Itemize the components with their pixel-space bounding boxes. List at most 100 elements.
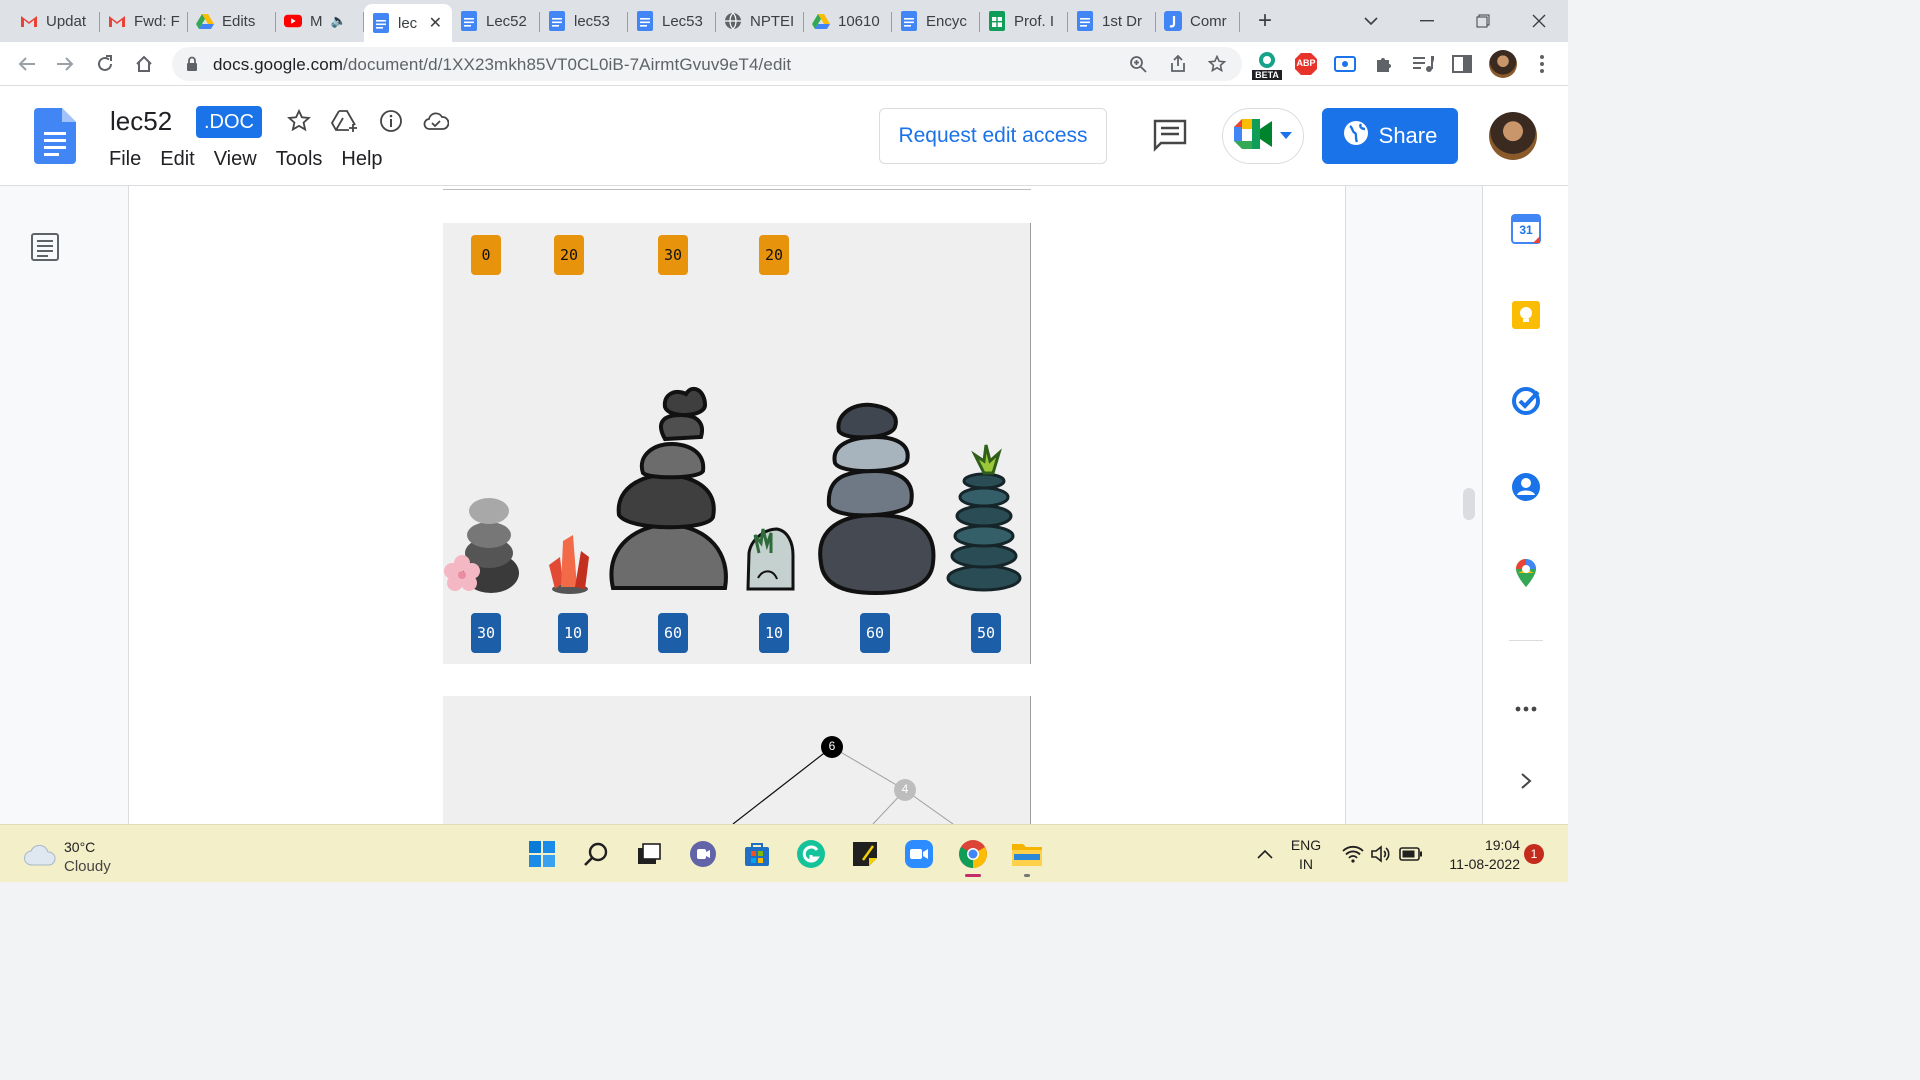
- show-hidden-icons-chevron[interactable]: [1248, 837, 1282, 871]
- task-view-icon[interactable]: [632, 837, 666, 871]
- share-button[interactable]: Share: [1322, 108, 1458, 164]
- menu-edit[interactable]: Edit: [160, 148, 194, 171]
- search-icon[interactable]: [579, 837, 613, 871]
- chrome-icon[interactable]: [956, 837, 990, 877]
- reload-icon[interactable]: [90, 49, 120, 79]
- forward-icon[interactable]: [50, 49, 80, 79]
- tab-label: Lec52: [486, 12, 527, 30]
- teams-chat-icon[interactable]: [686, 837, 720, 871]
- menu-help[interactable]: Help: [341, 148, 382, 171]
- scrollbar-thumb[interactable]: [1463, 488, 1475, 520]
- tab-0[interactable]: Updat: [12, 4, 100, 38]
- speaker-icon[interactable]: 🔈: [331, 13, 347, 29]
- tab-12[interactable]: 1st Dr: [1068, 4, 1156, 38]
- add-to-drive-icon[interactable]: [330, 106, 360, 136]
- gmail-icon: [20, 12, 38, 30]
- star-icon[interactable]: [284, 106, 314, 136]
- document-title[interactable]: lec52: [110, 106, 172, 137]
- bottom-value-badge: 30: [471, 613, 501, 653]
- youtube-icon: [284, 12, 302, 30]
- tab-label: Updat: [46, 12, 87, 30]
- notification-badge[interactable]: 1: [1524, 844, 1544, 864]
- close-tab-icon[interactable]: ✕: [429, 13, 442, 33]
- sticky-notes-icon[interactable]: [848, 837, 882, 871]
- tab-1[interactable]: Fwd: F: [100, 4, 188, 38]
- lock-icon[interactable]: [186, 56, 198, 77]
- zoom-meetings-icon[interactable]: [902, 837, 936, 871]
- home-icon[interactable]: [129, 49, 159, 79]
- beta-label: BETA: [1252, 70, 1282, 80]
- bookmark-star-icon[interactable]: [1203, 50, 1231, 78]
- input-language[interactable]: ENG IN: [1286, 836, 1326, 874]
- extensions-puzzle-icon[interactable]: [1370, 50, 1398, 78]
- volume-icon[interactable]: [1364, 837, 1398, 871]
- back-icon[interactable]: [12, 49, 42, 79]
- calendar-day: 31: [1519, 223, 1533, 237]
- tab-4-active[interactable]: lec ✕: [364, 4, 452, 42]
- weather-widget[interactable]: 30°C Cloudy: [24, 837, 111, 877]
- new-tab-button[interactable]: +: [1250, 6, 1280, 36]
- close-window-button[interactable]: [1524, 6, 1554, 36]
- account-avatar[interactable]: [1489, 112, 1537, 160]
- cloud-status-icon[interactable]: [421, 106, 451, 136]
- contacts-icon[interactable]: [1509, 470, 1543, 504]
- sheets-icon: [988, 11, 1006, 31]
- clock[interactable]: 19:04 11-08-2022: [1430, 836, 1520, 874]
- comments-icon[interactable]: [1152, 118, 1190, 154]
- bottom-value-badge: 10: [759, 613, 789, 653]
- grammarly-icon[interactable]: [794, 837, 828, 871]
- expand-panel-chevron-icon[interactable]: [1509, 764, 1543, 798]
- document-outline-icon[interactable]: [30, 232, 60, 267]
- tab-5[interactable]: Lec52: [452, 4, 540, 38]
- tab-10[interactable]: Encyc: [892, 4, 980, 38]
- media-queue-icon[interactable]: [1409, 50, 1437, 78]
- screen-capture-icon[interactable]: [1331, 50, 1359, 78]
- more-apps-icon[interactable]: [1509, 692, 1543, 726]
- beta-extension-icon[interactable]: BETA: [1252, 50, 1282, 80]
- menu-tools[interactable]: Tools: [276, 148, 323, 171]
- menu-view[interactable]: View: [214, 148, 257, 171]
- store-icon[interactable]: [740, 837, 774, 871]
- menu-file[interactable]: File: [109, 148, 141, 171]
- zoom-icon[interactable]: [1124, 50, 1152, 78]
- tab-2[interactable]: Edits: [188, 4, 276, 38]
- tab-13[interactable]: Comr: [1156, 4, 1240, 38]
- request-edit-access-button[interactable]: Request edit access: [879, 108, 1107, 164]
- tab-8[interactable]: NPTEI: [716, 4, 804, 38]
- jamboard-icon: [1164, 11, 1182, 31]
- meet-button[interactable]: [1222, 108, 1304, 164]
- tree-figure[interactable]: 6 4: [443, 696, 1031, 824]
- adblock-icon[interactable]: ABP: [1292, 50, 1320, 78]
- file-explorer-icon[interactable]: [1010, 837, 1044, 877]
- start-icon[interactable]: [525, 837, 559, 871]
- docs-icon: [372, 13, 390, 33]
- tab-search-icon[interactable]: [1356, 6, 1386, 36]
- calendar-icon[interactable]: 31: [1509, 212, 1543, 246]
- bottom-value-badge: 60: [860, 613, 890, 653]
- cloud-icon: [24, 844, 56, 871]
- share-page-icon[interactable]: [1164, 50, 1192, 78]
- side-panel-icon[interactable]: [1448, 50, 1476, 78]
- maps-icon[interactable]: [1509, 556, 1543, 590]
- document-canvas[interactable]: 0 20 30 20 30 10 60 10 60 50 6 4: [0, 186, 1482, 824]
- browser-profile-avatar[interactable]: [1489, 50, 1517, 78]
- info-icon[interactable]: [376, 106, 406, 136]
- globe-icon: [1343, 120, 1369, 152]
- weather-temperature: 30°C: [64, 839, 96, 855]
- tab-6[interactable]: lec53: [540, 4, 628, 38]
- keep-icon[interactable]: [1509, 298, 1543, 332]
- tab-9[interactable]: 10610: [804, 4, 892, 38]
- tab-3[interactable]: M 🔈: [276, 4, 364, 38]
- battery-icon[interactable]: [1394, 837, 1428, 871]
- browser-menu-icon[interactable]: [1528, 50, 1556, 78]
- minimize-button[interactable]: [1412, 6, 1442, 36]
- tab-7[interactable]: Lec53: [628, 4, 716, 38]
- docs-header: lec52 .DOC File Edit View Tools Help Req…: [0, 86, 1568, 186]
- stone-stack-5: [818, 402, 936, 596]
- stones-figure[interactable]: 0 20 30 20 30 10 60 10 60 50: [443, 223, 1031, 664]
- address-bar[interactable]: docs.google.com/document/d/1XX23mkh85VT0…: [172, 47, 1242, 81]
- restore-button[interactable]: [1468, 6, 1498, 36]
- tasks-icon[interactable]: [1509, 384, 1543, 418]
- google-docs-logo-icon[interactable]: [34, 108, 76, 169]
- tab-11[interactable]: Prof. I: [980, 4, 1068, 38]
